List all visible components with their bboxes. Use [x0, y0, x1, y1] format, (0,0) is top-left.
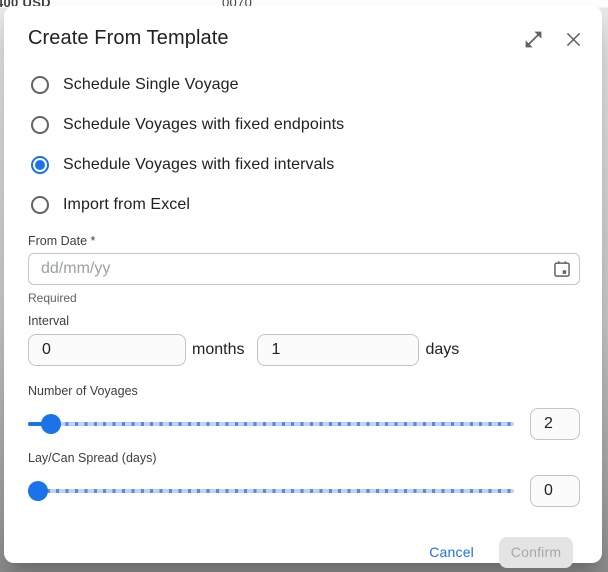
calendar-icon [552, 259, 572, 279]
interval-row: months days [28, 334, 580, 366]
cancel-button[interactable]: Cancel [419, 536, 484, 568]
radio-icon [31, 76, 49, 94]
radio-option-label: Schedule Voyages with fixed intervals [63, 156, 334, 174]
confirm-button[interactable]: Confirm [499, 537, 573, 568]
radio-icon-selected [31, 156, 49, 174]
dialog-footer: Cancel Confirm [28, 536, 580, 568]
days-unit-label: days [425, 341, 459, 359]
radio-option-label: Schedule Single Voyage [63, 76, 239, 94]
laycan-value-input[interactable] [530, 475, 580, 507]
laycan-slider-thumb[interactable] [28, 481, 48, 501]
radio-option-label: Schedule Voyages with fixed endpoints [63, 116, 344, 134]
laycan-slider-row [28, 474, 580, 508]
slider-track [28, 422, 514, 426]
laycan-slider[interactable] [28, 474, 516, 508]
interval-months-input[interactable] [28, 334, 186, 366]
close-button[interactable] [562, 27, 586, 51]
radio-option-fixed-intervals[interactable]: Schedule Voyages with fixed intervals [4, 153, 602, 177]
from-date-label: From Date * [28, 233, 580, 249]
radio-option-label: Import from Excel [63, 196, 190, 214]
radio-icon [31, 116, 49, 134]
from-date-input[interactable] [28, 253, 580, 285]
dialog-title: Create From Template [28, 25, 229, 51]
radio-option-import-excel[interactable]: Import from Excel [4, 193, 602, 217]
date-picker-button[interactable] [549, 257, 575, 281]
from-date-field [28, 253, 580, 285]
header-icons [522, 25, 586, 51]
dialog-header: Create From Template [4, 6, 602, 51]
laycan-spread-label: Lay/Can Spread (days) [28, 450, 580, 466]
interval-days-input[interactable] [257, 334, 419, 366]
voyages-slider[interactable] [28, 407, 516, 441]
screen: 400 USD 0070 Create From Template [0, 0, 608, 572]
radio-icon [31, 196, 49, 214]
dialog-content: From Date * Required Interval months day… [4, 233, 602, 568]
voyages-slider-row [28, 407, 580, 441]
close-icon [563, 29, 584, 50]
voyages-slider-thumb[interactable] [41, 414, 61, 434]
radio-option-fixed-endpoints[interactable]: Schedule Voyages with fixed endpoints [4, 113, 602, 137]
months-unit-label: months [192, 341, 244, 359]
create-from-template-dialog: Create From Template Schedule Single Voy… [4, 6, 602, 563]
interval-label: Interval [28, 313, 580, 329]
required-helper-text: Required [28, 291, 580, 306]
template-type-radio-group: Schedule Single Voyage Schedule Voyages … [4, 73, 602, 217]
voyages-value-input[interactable] [530, 408, 580, 440]
slider-track [28, 489, 514, 493]
number-of-voyages-label: Number of Voyages [28, 383, 580, 399]
expand-button[interactable] [522, 27, 546, 51]
open-in-full-icon [523, 29, 544, 50]
radio-option-single-voyage[interactable]: Schedule Single Voyage [4, 73, 602, 97]
